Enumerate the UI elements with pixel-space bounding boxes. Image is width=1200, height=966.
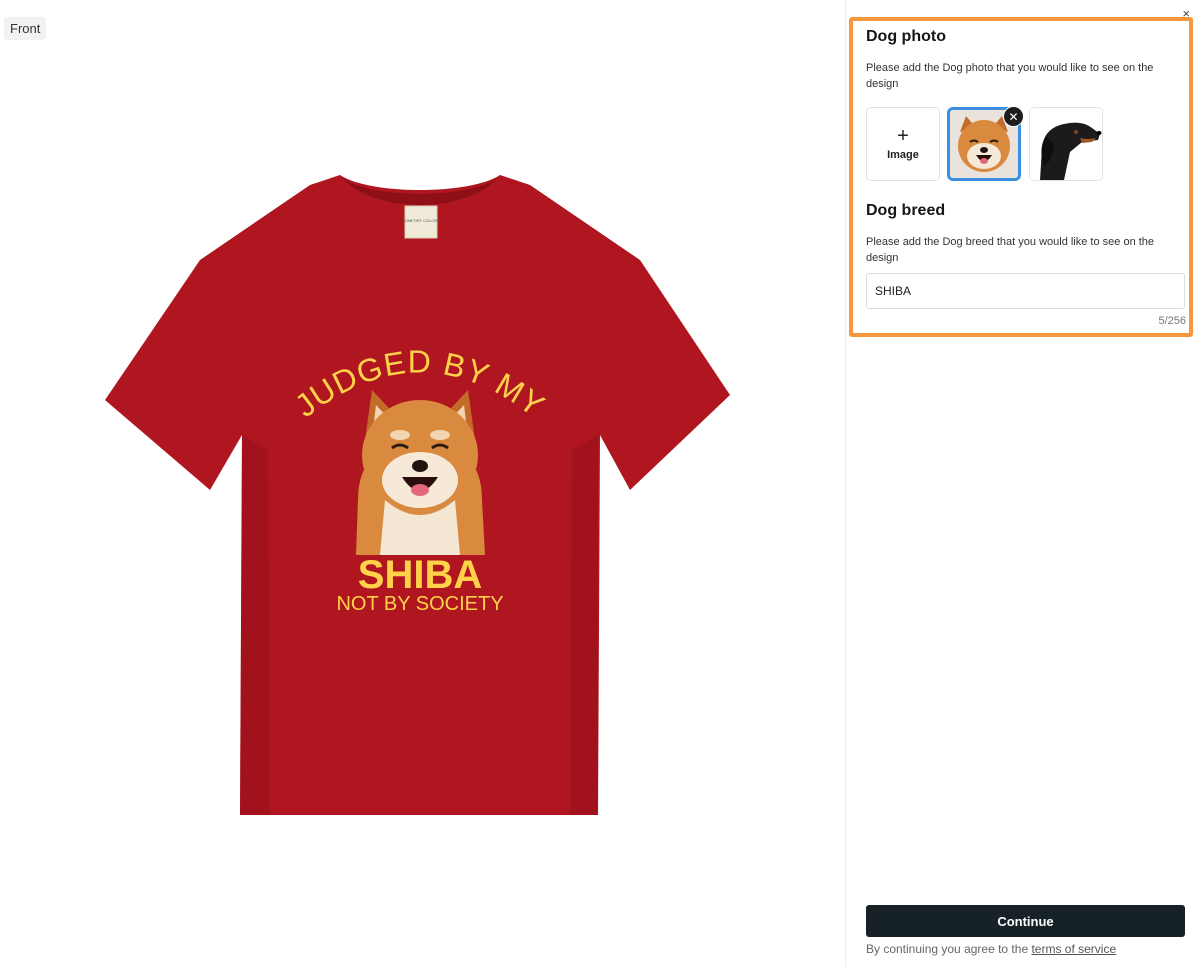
view-front-toggle[interactable]: Front (4, 17, 47, 40)
design-text-line2: SHIBA (358, 553, 482, 597)
add-image-button[interactable]: + Image (866, 107, 940, 181)
plus-icon: + (897, 125, 909, 147)
dog-breed-input[interactable] (866, 273, 1185, 309)
customization-panel: × Dog photo Please add the Dog photo tha… (845, 0, 1200, 966)
terms-prefix: By continuing you agree to the (866, 942, 1032, 956)
dachshund-photo-icon (1030, 108, 1102, 180)
dog-breed-description: Please add the Dog breed that you would … (866, 236, 1155, 264)
dog-face-illustration (356, 390, 485, 555)
design-preview: Front COMFORT COLORS JUDGED BY MY SHIBA … (0, 0, 845, 966)
dog-photo-title: Dog photo (866, 28, 946, 45)
tshirt-image: COMFORT COLORS JUDGED BY MY SHIBA NOT BY… (105, 175, 730, 815)
design-text-line3: NOT BY SOCIETY (336, 593, 503, 615)
dog-breed-title: Dog breed (866, 202, 946, 219)
dog-photo-description: Please add the Dog photo that you would … (866, 62, 1154, 90)
tshirt-tag-text: COMFORT COLORS (402, 218, 440, 223)
photo-thumbnail-dachshund[interactable] (1029, 107, 1103, 181)
tshirt-mockup: COMFORT COLORS JUDGED BY MY SHIBA NOT BY… (100, 170, 740, 830)
continue-button[interactable]: Continue (866, 905, 1185, 937)
terms-of-service-link[interactable]: terms of service (1031, 942, 1116, 956)
add-image-label: Image (887, 149, 919, 161)
remove-photo-button[interactable]: ✕ (1003, 106, 1024, 127)
terms-notice: By continuing you agree to the terms of … (866, 942, 1116, 956)
character-counter: 5/256 (1158, 315, 1186, 327)
